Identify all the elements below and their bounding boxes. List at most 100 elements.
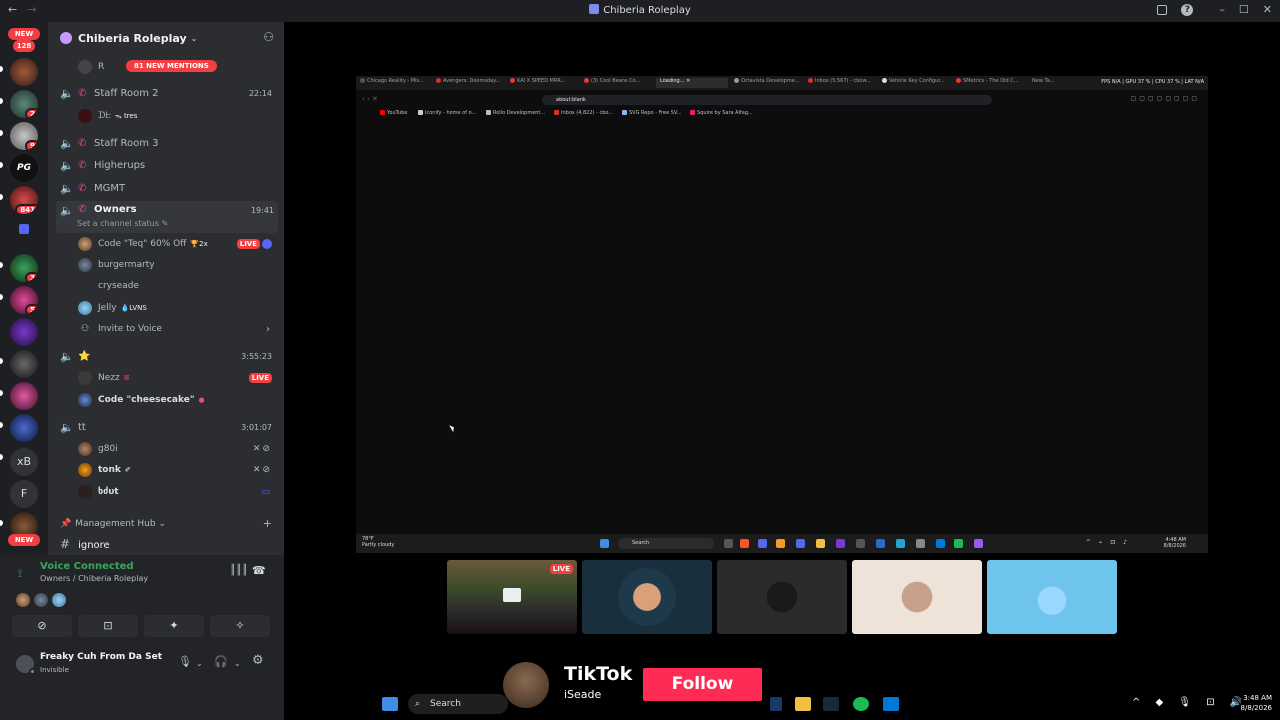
bookmark[interactable]: Squire by Sara Alfag...: [690, 110, 753, 116]
extension-icons[interactable]: ▢▢▢▢▢▢▢▢: [1131, 95, 1200, 102]
server-icon-xb[interactable]: xB: [10, 448, 38, 476]
participant-tile[interactable]: [852, 560, 982, 634]
text-channel-ignore[interactable]: # ignore: [60, 537, 110, 551]
create-channel-icon[interactable]: +: [263, 517, 272, 530]
taskbar-app-icon[interactable]: [916, 539, 925, 548]
server-icon[interactable]: 5: [10, 286, 38, 314]
weather-widget[interactable]: 78°F Partly cloudy: [362, 536, 394, 548]
help-icon[interactable]: ?: [1181, 3, 1194, 16]
browser-tab[interactable]: Chicago Reality - Mis...: [360, 78, 432, 88]
server-icon[interactable]: 9: [10, 122, 38, 150]
noise-suppression-icon[interactable]: ║║║: [230, 565, 248, 576]
server-icon[interactable]: 2: [10, 90, 38, 118]
new-badge[interactable]: NEW: [8, 28, 40, 40]
voice-user[interactable]: burgermarty: [48, 255, 284, 275]
taskbar-app-icon[interactable]: [776, 539, 785, 548]
browser-tab[interactable]: (3) Cool Beans Co...: [584, 78, 656, 88]
voice-connected-title[interactable]: Voice Connected: [40, 561, 134, 572]
folder-icon[interactable]: [19, 224, 29, 234]
server-icon-pg[interactable]: PG: [10, 154, 38, 182]
brave-icon[interactable]: [740, 539, 749, 548]
server-icon[interactable]: 841: [10, 186, 38, 214]
activities-button[interactable]: ✦: [144, 615, 204, 637]
voice-user[interactable]: Code "Teq" 60% Off 🏆2x LIVE: [48, 234, 284, 254]
gear-icon[interactable]: ⚙: [252, 653, 264, 668]
chevron-down-icon[interactable]: ⌄: [234, 659, 241, 668]
nav-buttons[interactable]: ‹ › ✕: [362, 95, 378, 103]
server-icon[interactable]: [10, 414, 38, 442]
address-bar[interactable]: about:blank: [542, 95, 992, 105]
system-tray[interactable]: ^ ⌁ ⊡ ♪: [1086, 539, 1130, 546]
taskbar-app-icon[interactable]: [876, 539, 885, 548]
new-badge-bottom[interactable]: NEW: [8, 534, 40, 546]
voice-user[interactable]: Code "cheesecake" ●: [48, 390, 284, 410]
browser-tab[interactable]: Avengers: Doomsday...: [436, 78, 508, 88]
browser-tab[interactable]: Vehicle Key Configur...: [882, 78, 954, 88]
voice-channel-staff-room-2[interactable]: 🔈 ✆ Staff Room 2 22:14: [48, 83, 284, 103]
discord-icon[interactable]: [796, 539, 805, 548]
taskbar-search[interactable]: ⌕ Search: [408, 694, 508, 714]
channel-status[interactable]: Set a channel status ✎: [77, 219, 168, 228]
taskbar-search[interactable]: Search: [618, 538, 714, 549]
minimize-button[interactable]: –: [1219, 3, 1225, 16]
bookmark[interactable]: Rollo Development...: [486, 110, 545, 116]
voice-user[interactable]: tonk ✐ ✕⊘: [48, 460, 284, 480]
taskbar-app-icon[interactable]: [974, 539, 983, 548]
windows-start-icon[interactable]: [600, 539, 609, 548]
stream-tile-live[interactable]: LIVE: [447, 560, 577, 634]
server-icon[interactable]: [10, 382, 38, 410]
server-icon[interactable]: 3: [10, 254, 38, 282]
bookmark[interactable]: Iconify - home of o...: [418, 110, 476, 116]
inbox-icon[interactable]: [1157, 4, 1168, 15]
invite-to-voice[interactable]: ⚇ Invite to Voice ›: [48, 319, 284, 339]
server-icon[interactable]: [10, 350, 38, 378]
browser-tab[interactable]: New Ta...: [1032, 78, 1062, 88]
browser-tab[interactable]: Inbox (5,567) - cbow...: [808, 78, 880, 88]
chevron-down-icon[interactable]: ⌄: [196, 659, 203, 668]
participant-tile[interactable]: [717, 560, 847, 634]
server-icon-f[interactable]: F: [10, 480, 38, 508]
headphones-icon[interactable]: 🎧: [214, 655, 228, 668]
server-icon[interactable]: [10, 318, 38, 346]
voice-channel-tt[interactable]: 🔈 tt 3:01:07: [48, 417, 284, 437]
browser-tab-active[interactable]: Loading... ✕: [656, 78, 728, 88]
disconnect-icon[interactable]: ☎: [252, 564, 266, 577]
shared-screen[interactable]: Chicago Reality - Mis... Avengers: Dooms…: [356, 76, 1208, 553]
spotify-icon[interactable]: [954, 539, 963, 548]
guild-header[interactable]: Chiberia Roleplay ⌄ ⚇: [48, 22, 284, 54]
voice-user[interactable]: ᗪᖶ ᯓ tres: [48, 106, 284, 126]
voice-channel-higherups[interactable]: 🔈 ✆ Higherups: [48, 155, 284, 175]
soundboard-button[interactable]: ✧: [210, 615, 270, 637]
vscode-icon[interactable]: [883, 697, 899, 711]
camera-off-button[interactable]: ⊘: [12, 615, 72, 637]
folder-icon[interactable]: [816, 539, 825, 548]
vscode-icon[interactable]: [936, 539, 945, 548]
voice-channel-owners[interactable]: 🔈 ✆ Owners 19:41: [56, 201, 278, 233]
follow-button[interactable]: Follow: [643, 668, 762, 701]
steam-icon[interactable]: [823, 697, 839, 711]
user-display-name[interactable]: Freaky Cuh From Da Set: [40, 652, 162, 662]
taskbar-app-icon[interactable]: [770, 697, 782, 711]
share-screen-button[interactable]: ⊡: [78, 615, 138, 637]
taskbar-clock[interactable]: 4:48 AM 8/8/2026: [1164, 537, 1186, 549]
voice-channel-star[interactable]: 🔈 ⭐ 3:55:23: [48, 346, 284, 366]
bookmark[interactable]: YouTube: [380, 110, 407, 116]
close-button[interactable]: ✕: [1263, 3, 1272, 16]
browser-tab[interactable]: SMetrics - The Old C...: [956, 78, 1028, 88]
voice-channel-mgmt[interactable]: 🔈 ✆ MGMT: [48, 178, 284, 198]
discord-icon[interactable]: [758, 539, 767, 548]
voice-user[interactable]: Nezz ꕤ LIVE: [48, 368, 284, 388]
new-mentions-banner[interactable]: 81 NEW MENTIONS: [126, 60, 217, 72]
voice-user[interactable]: g80i ✕⊘: [48, 439, 284, 459]
server-icon[interactable]: [10, 58, 38, 86]
taskbar-clock[interactable]: 3:48 AM 8/8/2026: [1222, 693, 1272, 713]
maximize-button[interactable]: ☐: [1239, 3, 1249, 16]
category-management-hub[interactable]: 📌 Management Hub ⌄: [60, 519, 166, 529]
taskbar-app-icon[interactable]: [836, 539, 845, 548]
participant-tile[interactable]: [582, 560, 712, 634]
voice-channel-staff-room-3[interactable]: 🔈 ✆ Staff Room 3: [48, 133, 284, 153]
folder-icon[interactable]: [795, 697, 811, 711]
bookmark[interactable]: Inbox (4,822) - cbo...: [554, 110, 613, 116]
taskbar-app-icon[interactable]: [724, 539, 733, 548]
voice-user[interactable]: ხძυt ▭: [48, 482, 284, 502]
